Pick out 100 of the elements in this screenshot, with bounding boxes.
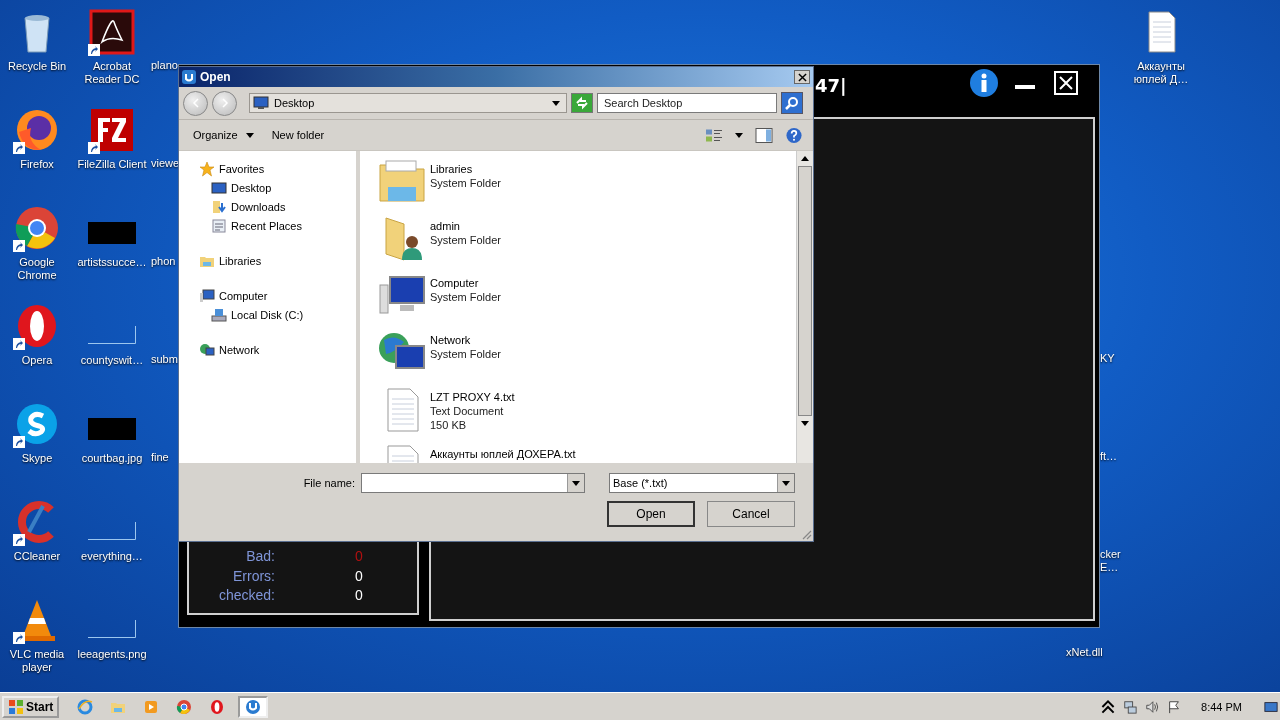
nav-item[interactable]: Favorites: [199, 161, 356, 177]
nav-item[interactable]: Desktop: [199, 180, 356, 196]
nav-item[interactable]: Local Disk (C:): [199, 307, 356, 323]
search-button[interactable]: [781, 92, 803, 114]
show-desktop-icon[interactable]: [1264, 699, 1278, 714]
nav-item[interactable]: Downloads: [199, 199, 356, 215]
file-details: System Folder: [430, 347, 501, 361]
new-folder-button[interactable]: New folder: [265, 126, 331, 144]
chrome-icon: [13, 204, 61, 252]
refresh-icon: [575, 96, 589, 110]
icon-label: Opera: [20, 354, 54, 367]
shortcut-arrow-icon: [13, 338, 25, 350]
scroll-down-icon[interactable]: [801, 421, 809, 426]
desktop-icon[interactable]: VLC media player: [0, 596, 74, 674]
icon-label: plano: [151, 59, 178, 71]
desktop-icon[interactable]: Google Chrome: [0, 204, 74, 282]
forward-button[interactable]: [212, 90, 237, 116]
preview-pane-icon[interactable]: [755, 126, 773, 144]
file-item[interactable]: LZT PROXY 4.txt Text Document 150 KB: [378, 385, 796, 433]
icon-label: KY: [1100, 352, 1115, 365]
scroll-thumb[interactable]: [798, 166, 812, 416]
network-icon[interactable]: [1123, 699, 1138, 714]
desktop-icon[interactable]: artistssucce…: [75, 204, 149, 269]
caret-icon: [572, 480, 580, 486]
image-thumbnail: [88, 522, 136, 540]
volume-icon[interactable]: [1145, 699, 1160, 714]
desktop-icon[interactable]: everything…: [75, 498, 149, 563]
desktop-icon[interactable]: leeagents.png: [75, 596, 149, 661]
nav-item[interactable]: Recent Places: [199, 218, 356, 234]
file-type-dropdown[interactable]: Base (*.txt): [609, 473, 795, 493]
icon-label: leeagents.png: [76, 648, 148, 661]
close-icon: [797, 72, 807, 82]
search-field[interactable]: Search Desktop: [597, 93, 777, 113]
open-button[interactable]: Open: [607, 501, 695, 527]
desktop-icon[interactable]: Opera: [0, 302, 74, 367]
icon-label: Acrobat Reader DC: [83, 60, 141, 86]
desktop-icon: [211, 180, 227, 196]
file-name: Аккаунты юплей ДОХЕРА.txt: [430, 447, 576, 461]
file-details: 150 KB: [430, 418, 468, 432]
scroll-up-icon[interactable]: [801, 156, 809, 161]
close-icon[interactable]: [1054, 71, 1078, 95]
file-item[interactable]: admin System Folder: [378, 214, 796, 262]
cancel-button[interactable]: Cancel: [707, 501, 795, 527]
stat-label: checked:: [217, 587, 275, 604]
start-button[interactable]: Start: [2, 695, 60, 718]
desktop-icon[interactable]: FileZilla Client: [75, 106, 149, 171]
image-thumbnail: [88, 326, 136, 344]
file-name-field[interactable]: [361, 473, 585, 493]
e-logo-icon: [77, 698, 94, 715]
stat-value: 0: [355, 548, 363, 565]
organize-button[interactable]: Organize: [187, 126, 260, 144]
caret-icon: [245, 132, 254, 138]
play-icon: [143, 698, 160, 715]
desktop-icon[interactable]: courtbag.jpg: [75, 400, 149, 465]
file-item[interactable]: Libraries System Folder: [378, 157, 796, 205]
desktop-icon[interactable]: Acrobat Reader DC: [75, 8, 149, 86]
app-icon: [245, 698, 262, 715]
icon-label: Google Chrome: [16, 256, 58, 282]
refresh-button[interactable]: [571, 93, 593, 113]
nav-item[interactable]: Libraries: [199, 253, 356, 269]
icon-label: ft…: [1100, 450, 1118, 463]
app-icon: [182, 70, 196, 84]
desktop-icon[interactable]: countyswit…: [75, 302, 149, 367]
libraries-icon: [378, 157, 426, 205]
flag-icon[interactable]: [1167, 699, 1182, 714]
image-thumbnail: [88, 222, 136, 244]
file-name: Libraries: [430, 162, 474, 176]
stat-value: 0: [355, 587, 363, 604]
icon-label: subm: [151, 353, 178, 365]
file-name: Computer: [430, 276, 480, 290]
icon-label: xNet.dll: [1066, 646, 1103, 659]
scrollbar[interactable]: [796, 151, 813, 463]
nav-item[interactable]: Network: [199, 342, 356, 358]
taskbar-button[interactable]: [238, 695, 269, 718]
desktop-icon[interactable]: CCleaner: [0, 498, 74, 563]
address-bar[interactable]: Desktop: [249, 93, 567, 113]
recent-icon: [211, 218, 227, 234]
shortcut-arrow-icon: [13, 534, 25, 546]
desktop-icon[interactable]: Аккаунты юплей Д…: [1124, 8, 1198, 86]
icon-label: phon: [151, 255, 176, 267]
desktop-icon[interactable]: Skype: [0, 400, 74, 465]
back-button[interactable]: [183, 90, 208, 116]
show-hidden-icons-icon[interactable]: [1101, 699, 1116, 714]
help-icon[interactable]: [785, 126, 803, 144]
caret-icon[interactable]: [735, 132, 743, 138]
close-button[interactable]: [794, 70, 810, 84]
resize-grip-icon[interactable]: [800, 528, 812, 540]
info-icon[interactable]: [969, 68, 999, 98]
clock[interactable]: 8:44 PM: [1201, 700, 1242, 713]
icon-label: viewe: [151, 157, 180, 169]
file-item[interactable]: Computer System Folder: [378, 271, 796, 319]
file-details: Text Document: [430, 404, 505, 418]
icon-label: Skype: [20, 452, 54, 465]
desktop-icon[interactable]: Firefox: [0, 106, 74, 171]
nav-item[interactable]: Computer: [199, 288, 356, 304]
shortcut-arrow-icon: [13, 142, 25, 154]
monitor-icon: [253, 95, 269, 111]
desktop-icon[interactable]: Recycle Bin: [0, 8, 74, 73]
file-item[interactable]: Network System Folder: [378, 328, 796, 376]
shortcut-arrow-icon: [13, 240, 25, 252]
